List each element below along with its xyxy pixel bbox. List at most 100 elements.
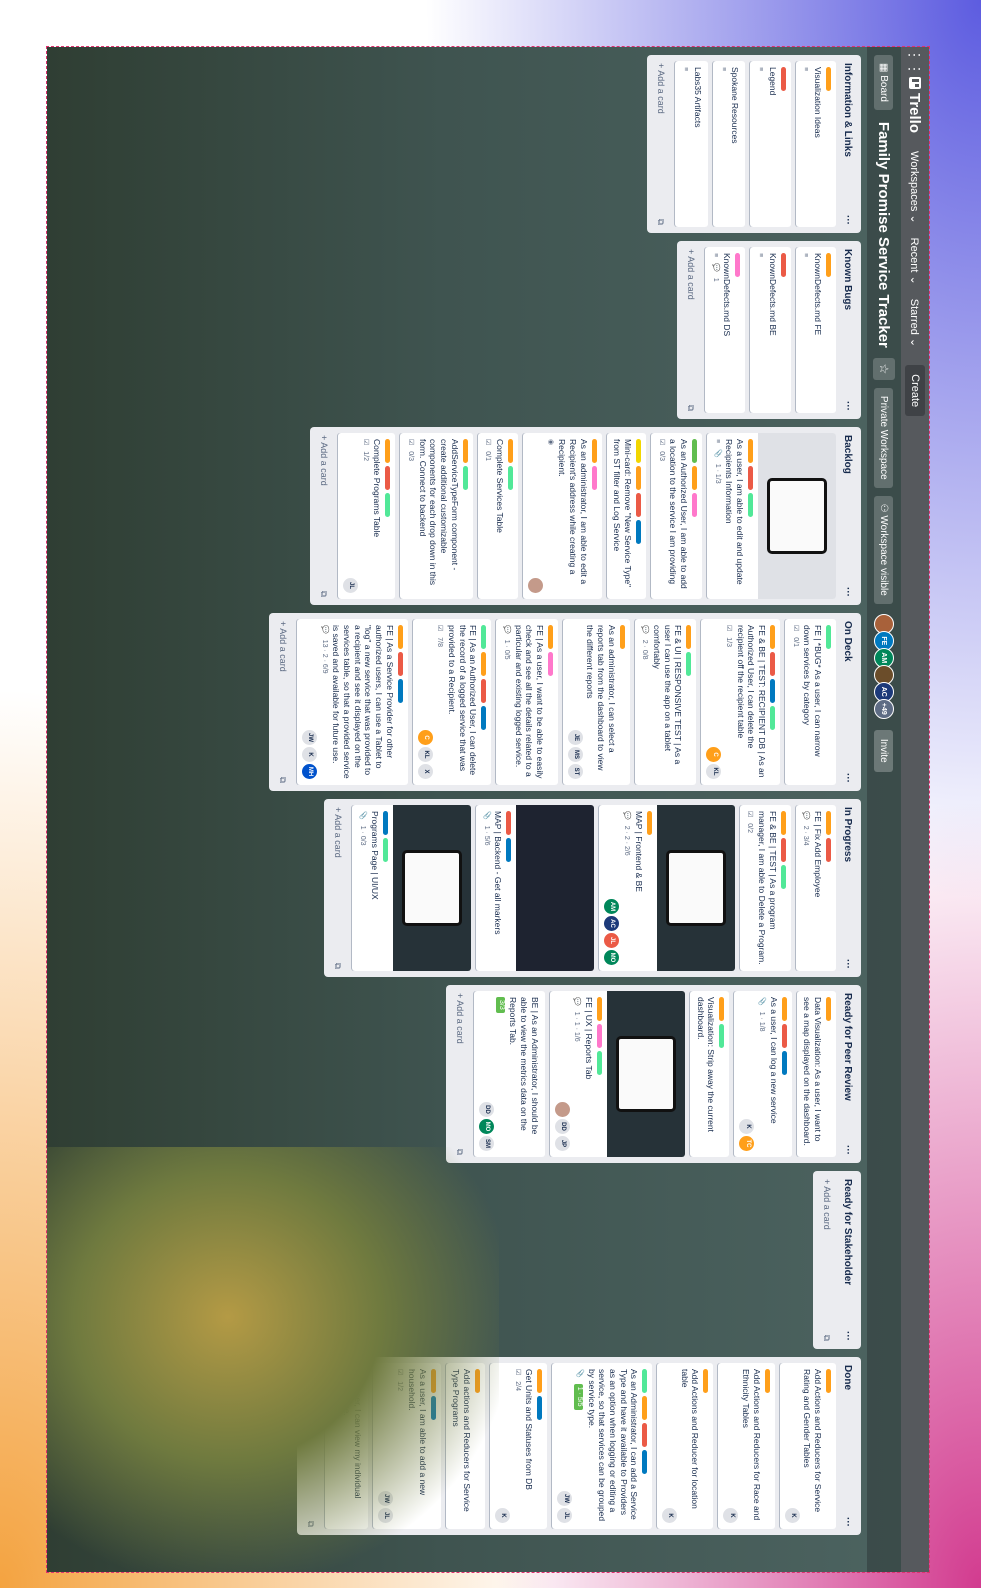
avatar[interactable]: JL [377,1508,393,1523]
list-header[interactable]: Known Bugs ··· [836,247,855,413]
avatar[interactable]: JW [302,730,318,745]
add-card-button[interactable]: + Add a card ⧉ [450,991,469,1157]
add-card-button[interactable]: + Add a card ⧉ [817,1177,836,1343]
list-header[interactable]: Ready for Stakeholder ··· [836,1177,855,1343]
avatar[interactable]: AC [604,916,620,931]
card[interactable]: FE & BE | TEST: RECIPIENT DB | As an Aut… [701,619,780,785]
more-options-icon[interactable]: ··· [842,1145,853,1155]
card[interactable]: Complete Programs Table ☑ 1/2 JL [338,433,396,599]
card[interactable]: Add Actions and Reducers for Race and Et… [718,1363,775,1529]
card[interactable]: MAP | Backend - Get all markers 📎 1 · 5/6 [475,805,595,971]
avatar[interactable] [554,1102,570,1117]
card[interactable]: As an Authorized User, I am able to add … [651,433,702,599]
card[interactable]: KnownDefects.md DS ≡ 💬 1 [704,247,746,413]
card[interactable]: FE & BE | TEST | As a program manager, I… [739,805,791,971]
card[interactable]: As a user, I can view my individual prof… [324,1363,368,1529]
avatar[interactable]: ST [567,764,583,779]
card[interactable]: Add Actions and Reducers for Service Rat… [779,1363,836,1529]
list-title[interactable]: Information & Links [842,63,853,157]
members-more-badge[interactable]: +49 [874,698,894,719]
avatar[interactable]: JP [554,1136,570,1151]
more-options-icon[interactable]: ··· [842,1331,853,1341]
member-avatars[interactable]: FE AM AC +49 [874,613,894,719]
avatar[interactable]: K [302,747,318,762]
more-options-icon[interactable]: ··· [842,1517,853,1527]
list-header[interactable]: On Deck ··· [836,619,855,785]
avatar[interactable]: C [417,730,433,745]
avatar[interactable]: TC [739,1136,755,1151]
board-switcher[interactable]: ▦ Board [874,55,894,110]
card[interactable]: BE | As an Administrator, I should be ab… [474,991,545,1157]
card[interactable]: Labs35 Artifacts ≡ [675,61,708,227]
avatar[interactable]: JW [557,1491,573,1506]
avatar[interactable]: DD [479,1102,495,1117]
card[interactable]: As an administrator, I am able to edit a… [523,433,602,599]
template-icon[interactable]: ⧉ [305,1521,316,1527]
avatar[interactable]: JE [567,730,583,745]
card[interactable]: FE | As a user, I want to be able to eas… [496,619,558,785]
template-icon[interactable]: ⧉ [277,777,288,783]
avatar[interactable] [528,578,544,593]
card[interactable]: Add actions and Reducers for Service Typ… [445,1363,485,1529]
visibility-button[interactable]: ⚇ Workspace visible [874,495,894,604]
list-title[interactable]: Ready for Stakeholder [842,1179,853,1285]
list-title[interactable]: On Deck [842,621,853,662]
list-title[interactable]: In Progress [842,807,853,862]
card[interactable]: AddServiceTypeForm component - create ad… [400,433,473,599]
avatar[interactable]: MO [604,950,620,965]
template-icon[interactable]: ⧉ [821,1335,832,1341]
card[interactable]: As a user, I am able to add a new househ… [372,1363,441,1529]
list-title[interactable]: Ready for Peer Review [842,993,853,1101]
add-card-button[interactable]: + Add a card ⧉ [301,1363,320,1529]
nav-starred[interactable]: Starred ⌄ [909,299,922,347]
card[interactable]: As an administrator, I can select a repo… [562,619,630,785]
nav-recent[interactable]: Recent ⌄ [909,238,922,285]
card[interactable]: MAP | Frontend & BE 💬 2 · 2 · 2/6 AM AC JL MO [599,805,735,971]
avatar[interactable]: SM [479,1136,495,1151]
avatar[interactable]: K [739,1119,755,1134]
card[interactable]: Complete Services Table ☑ 0/1 [477,433,519,599]
create-button[interactable]: Create [905,365,925,417]
avatar[interactable]: JL [557,1508,573,1523]
add-card-button[interactable]: + Add a card ⧉ [329,805,348,971]
card[interactable]: FE | As a Service Provider for other aut… [297,619,408,785]
card[interactable]: As a user, I am able to edit and update … [707,433,836,599]
avatar[interactable]: KL [706,764,722,779]
card[interactable]: As an Administrator, I can add a Service… [552,1363,653,1529]
card[interactable]: Visualization: Strip away the current da… [690,991,730,1157]
list-header[interactable]: Done ··· [836,1363,855,1529]
more-options-icon[interactable]: ··· [842,587,853,597]
more-options-icon[interactable]: ··· [842,215,853,225]
star-icon[interactable]: ☆ [873,357,895,380]
card[interactable]: Spokane Resources ≡ [712,61,746,227]
card[interactable]: FE | UX | Reports Tab 💬 1 · 1 · 1/6 DD JP [549,991,686,1157]
avatar[interactable]: AM [604,899,620,914]
template-icon[interactable]: ⧉ [333,963,344,969]
avatar[interactable]: X [417,764,433,779]
template-icon[interactable]: ⧉ [318,591,329,597]
template-icon[interactable]: ⧉ [656,219,667,225]
avatar[interactable]: KL [417,747,433,762]
card[interactable]: KnownDefects.md BE ≡ [750,247,791,413]
list-title[interactable]: Backlog [842,435,853,474]
card[interactable]: FE | *BUG* As a user, I can narrow down … [785,619,836,785]
trello-logo[interactable]: Trello [907,77,924,133]
card[interactable]: Programs Page | UI/UX 📎 1 · 0/3 [352,805,471,971]
more-options-icon[interactable]: ··· [842,773,853,783]
avatar[interactable]: JL [604,933,620,948]
card[interactable]: FE | As an Authorized User, I can delete… [412,619,492,785]
card[interactable]: FE & UI | RESPONSIVE TEST | As a user I … [634,619,697,785]
avatar[interactable]: K [662,1508,678,1523]
list-header[interactable]: Information & Links ··· [836,61,855,227]
add-card-button[interactable]: + Add a card ⧉ [652,61,671,227]
card[interactable]: FE | Fix Add Employee 💬 2 · 3/4 [795,805,836,971]
board-title[interactable]: Family Promise Service Tracker [876,122,893,348]
avatar[interactable]: JL [343,578,359,593]
card[interactable]: Visualization Ideas ≡ [795,61,836,227]
avatar[interactable]: C [706,747,722,762]
card[interactable]: Mini-card: Remove "New Service Type" fro… [606,433,646,599]
add-card-button[interactable]: + Add a card ⧉ [681,247,700,413]
list-header[interactable]: Backlog ··· [836,433,855,599]
apps-grid-icon[interactable]: ⋮⋮ [907,47,924,77]
avatar[interactable]: MO [479,1119,495,1134]
